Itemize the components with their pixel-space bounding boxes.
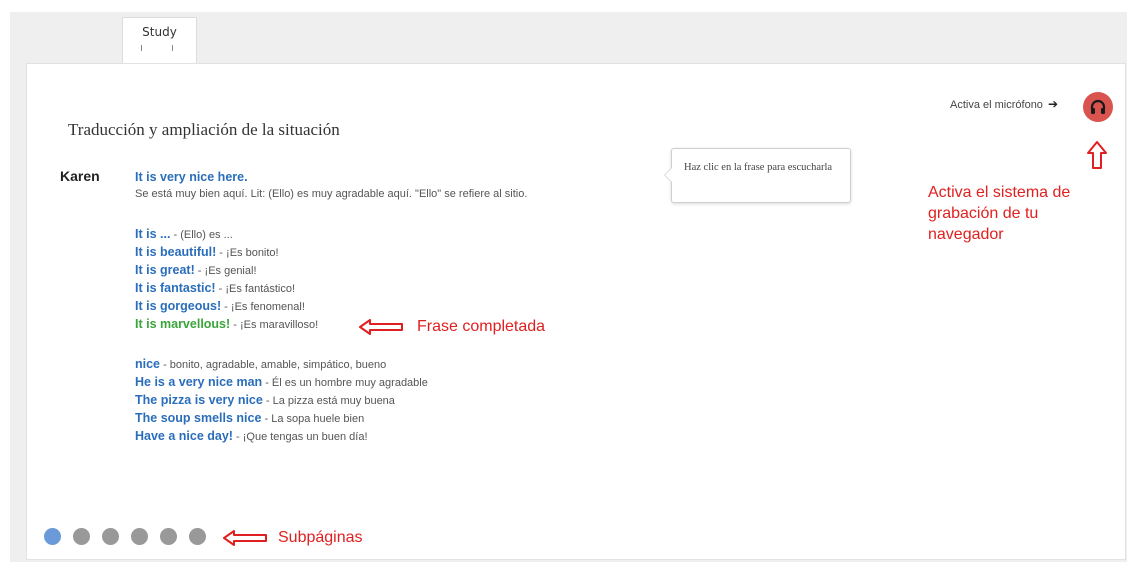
phrase-en[interactable]: The pizza is very nice xyxy=(135,393,263,407)
annotation-left-arrow-icon xyxy=(359,319,403,335)
phrase-es: - ¡Es genial! xyxy=(194,265,257,277)
phrase-line: It is beautiful! - ¡Es bonito! xyxy=(135,245,279,259)
phrase-line: nice - bonito, agradable, amable, simpát… xyxy=(135,357,386,371)
mic-label-text: Activa el micrófono xyxy=(950,99,1043,111)
annotation-mic: Activa el sistema de grabación de tu nav… xyxy=(928,184,1071,243)
subpage-dot-5[interactable] xyxy=(160,528,177,545)
annotation-completed: Frase completada xyxy=(417,318,546,335)
mic-label: Activa el micrófono ➔ xyxy=(950,97,1058,111)
subpage-dot-4[interactable] xyxy=(131,528,148,545)
subpage-dot-6[interactable] xyxy=(189,528,206,545)
phrase-en[interactable]: It is gorgeous! xyxy=(135,299,221,313)
phrase-es: - ¡Que tengas un buen día! xyxy=(232,431,368,443)
phrase-es: - ¡Es maravilloso! xyxy=(230,319,319,331)
arrow-right-icon: ➔ xyxy=(1048,97,1059,111)
phrase-en[interactable]: Have a nice day! xyxy=(135,429,233,443)
phrase-line: Have a nice day! - ¡Que tengas un buen d… xyxy=(135,429,368,443)
speaker-name: Karen xyxy=(60,168,100,184)
phrase-line: It is great! - ¡Es genial! xyxy=(135,263,257,277)
phrase-line: He is a very nice man - Él es un hombre … xyxy=(135,375,428,389)
phrase-en[interactable]: nice xyxy=(135,357,160,371)
annotation-subpages: Subpáginas xyxy=(278,529,363,546)
phrase-en[interactable]: It is beautiful! xyxy=(135,245,216,259)
phrase-line: The soup smells nice - La sopa huele bie… xyxy=(135,411,364,425)
tab-underline-marker xyxy=(141,45,173,51)
phrase-es: - bonito, agradable, amable, simpático, … xyxy=(160,359,387,371)
subpage-dot-3[interactable] xyxy=(102,528,119,545)
tab-study-label: Study xyxy=(142,25,177,39)
phrase-es: - La pizza está muy buena xyxy=(262,395,395,407)
phrase-line: It is ... - (Ello) es ... xyxy=(135,227,233,241)
phrase-line-completed: It is marvellous! - ¡Es maravilloso! xyxy=(135,317,318,331)
phrase-en[interactable]: It is great! xyxy=(135,263,195,277)
phrase-en[interactable]: It is fantastic! xyxy=(135,281,216,295)
subpage-dot-1[interactable] xyxy=(44,528,61,545)
phrase-line: It is fantastic! - ¡Es fantástico! xyxy=(135,281,295,295)
section-title: Traducción y ampliación de la situación xyxy=(68,120,340,139)
phrase-en[interactable]: It is ... xyxy=(135,227,170,241)
main-phrase[interactable]: It is very nice here. xyxy=(135,170,248,184)
phrase-es: - Él es un hombre muy agradable xyxy=(262,377,428,389)
phrase-en-completed[interactable]: It is marvellous! xyxy=(135,317,230,331)
phrase-es: - (Ello) es ... xyxy=(170,229,233,241)
phrase-line: The pizza is very nice - La pizza está m… xyxy=(135,393,395,407)
annotation-up-arrow-icon xyxy=(1087,141,1107,169)
phrase-en[interactable]: The soup smells nice xyxy=(135,411,261,425)
phrase-es: - ¡Es bonito! xyxy=(216,247,279,259)
phrase-es: - ¡Es fantástico! xyxy=(215,283,296,295)
phrase-line: It is gorgeous! - ¡Es fenomenal! xyxy=(135,299,305,313)
tooltip: Haz clic en la frase para escucharla xyxy=(664,148,851,203)
main-translation: Se está muy bien aquí. Lit: (Ello) es mu… xyxy=(135,188,528,200)
headphones-icon xyxy=(1090,99,1106,114)
tab-study[interactable]: Study xyxy=(122,17,197,64)
subpage-dot-2[interactable] xyxy=(73,528,90,545)
phrase-en[interactable]: He is a very nice man xyxy=(135,375,262,389)
headphones-button[interactable] xyxy=(1083,92,1113,122)
annotation-left-arrow-icon xyxy=(223,530,267,546)
phrase-es: - La sopa huele bien xyxy=(261,413,365,425)
phrase-es: - ¡Es fenomenal! xyxy=(221,301,305,313)
